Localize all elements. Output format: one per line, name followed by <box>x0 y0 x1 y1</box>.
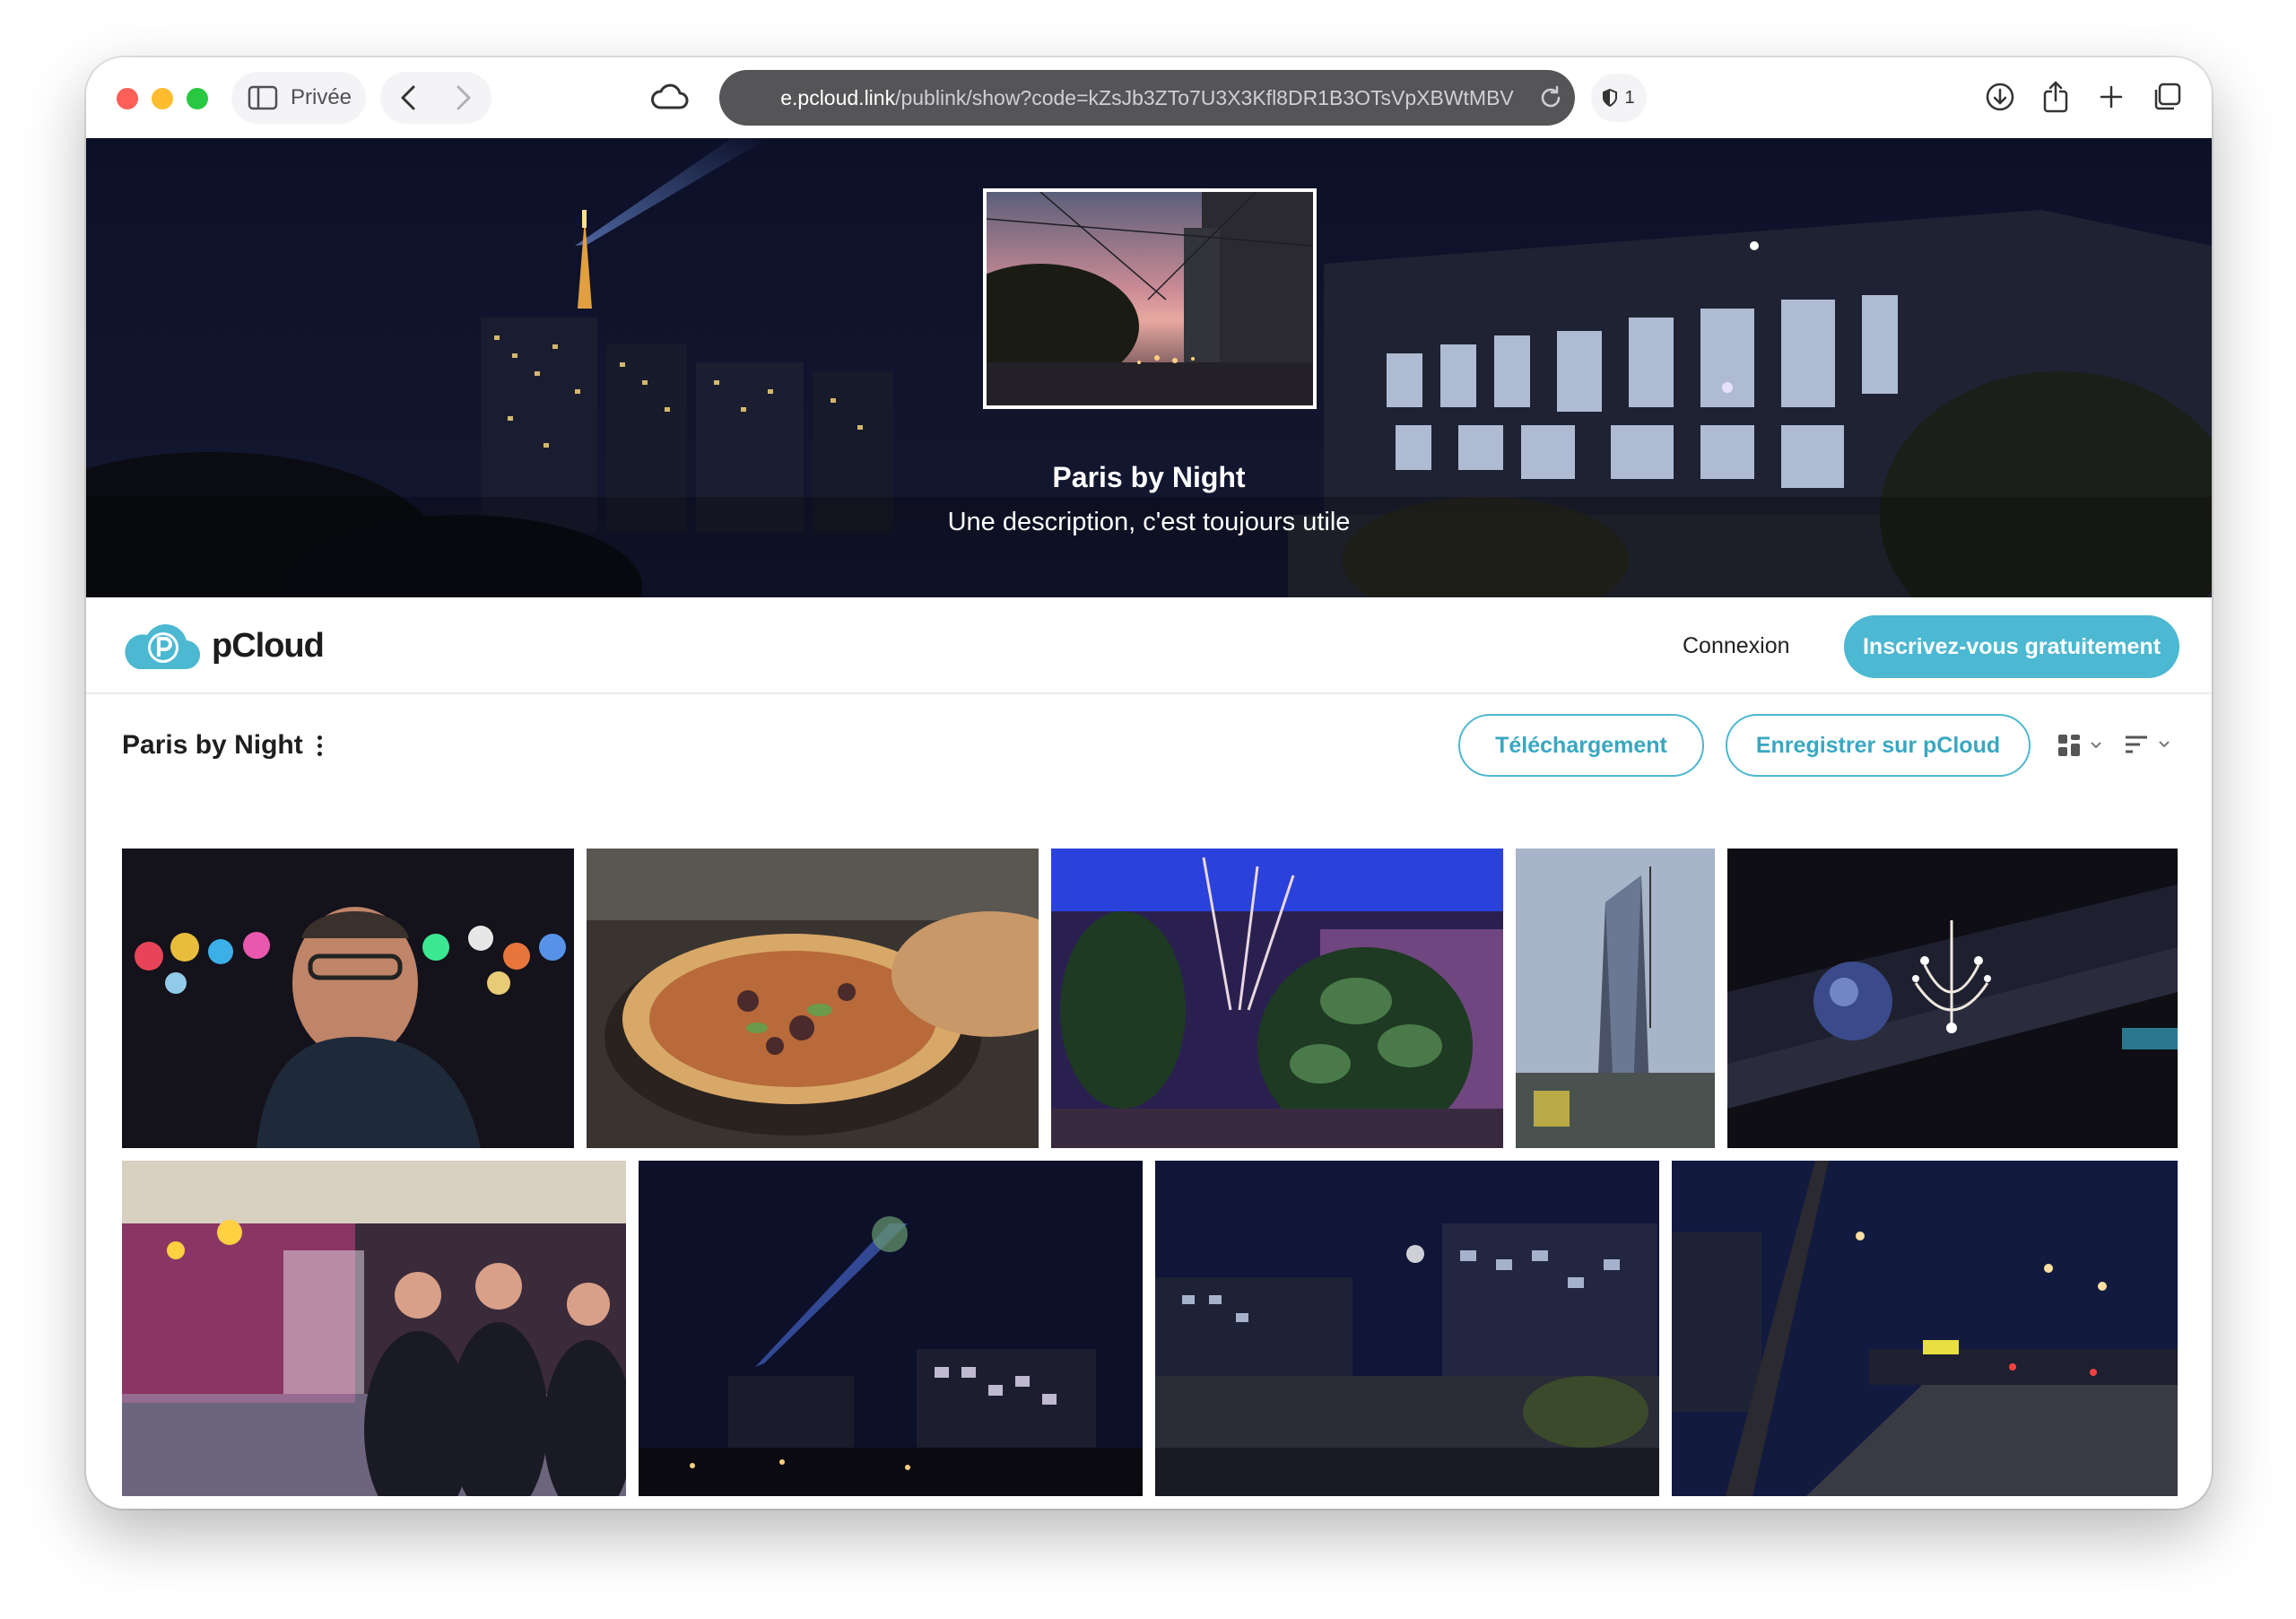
pcloud-logo[interactable]: pCloud <box>122 619 325 673</box>
logo-text: pCloud <box>212 626 325 665</box>
url-path: /publink/show?code=kZsJb3ZTo7U3X3Kfl8DR1… <box>895 85 1514 109</box>
browser-window: Privée e.pcloud.link/publink/show?code=k… <box>86 57 2212 1509</box>
address-bar[interactable]: e.pcloud.link/publink/show?code=kZsJb3ZT… <box>719 70 1575 126</box>
forward-button[interactable] <box>444 78 483 118</box>
share-icon <box>2043 81 2068 113</box>
new-tab-button[interactable] <box>2092 77 2131 117</box>
forward-icon <box>457 85 471 110</box>
new-tab-icon <box>2100 85 2123 109</box>
chevron-down-icon <box>2159 741 2170 748</box>
downloads-button[interactable] <box>1980 77 2020 117</box>
album-cover-image <box>983 188 1317 409</box>
tabs-icon <box>2154 83 2181 110</box>
photo-thumbnail[interactable] <box>639 1161 1143 1496</box>
cloud-icon <box>651 83 689 109</box>
album-hero-banner: Paris by Night Une description, c'est to… <box>86 138 2212 597</box>
url-host: e.pcloud.link <box>780 85 896 109</box>
chevron-down-icon <box>2091 742 2101 749</box>
photo-thumbnail[interactable] <box>1727 849 2178 1148</box>
photo-grid <box>122 791 2178 1509</box>
save-to-pcloud-button[interactable]: Enregistrer sur pCloud <box>1726 714 2031 777</box>
sort-icon <box>2126 736 2147 753</box>
photo-thumbnail[interactable] <box>1155 1161 1659 1496</box>
private-label: Privée <box>291 85 352 109</box>
navigation-buttons <box>380 72 491 124</box>
sidebar-toggle-button[interactable]: Privée <box>231 72 366 124</box>
folder-title-text: Paris by Night <box>122 730 303 760</box>
kebab-menu-icon[interactable] <box>317 735 322 756</box>
reload-button[interactable] <box>1537 84 1564 116</box>
photo-thumbnail[interactable] <box>587 849 1039 1148</box>
icloud-button[interactable] <box>649 77 691 118</box>
grid-view-icon <box>2058 735 2080 756</box>
folder-title: Paris by Night <box>122 730 322 761</box>
hero-title: Paris by Night <box>1052 461 1246 493</box>
download-icon <box>1986 83 2014 111</box>
folder-toolbar: Paris by Night Téléchargement Enregistre… <box>86 696 2212 793</box>
privacy-count: 1 <box>1624 87 1635 108</box>
photo-thumbnail[interactable] <box>1516 849 1715 1148</box>
zoom-window-button[interactable] <box>187 88 208 109</box>
toolbar-right-actions <box>1980 77 2187 117</box>
photo-thumbnail[interactable] <box>1672 1161 2178 1496</box>
back-button[interactable] <box>388 78 428 118</box>
sort-selector[interactable] <box>2124 734 2170 755</box>
pcloud-logo-icon <box>125 624 201 670</box>
photo-thumbnail[interactable] <box>122 849 574 1148</box>
download-button[interactable]: Téléchargement <box>1458 714 1704 777</box>
view-mode-selector[interactable] <box>2057 734 2102 757</box>
privacy-report-button[interactable]: 1 <box>1591 74 1647 122</box>
photo-thumbnail[interactable] <box>1051 849 1503 1148</box>
reload-icon <box>1541 85 1561 108</box>
login-link[interactable]: Connexion <box>1683 633 1790 659</box>
signup-button[interactable]: Inscrivez-vous gratuitement <box>1844 615 2179 678</box>
hero-description: Une description, c'est toujours utile <box>947 508 1351 536</box>
pcloud-header: pCloud Connexion Inscrivez-vous gratuite… <box>86 597 2212 694</box>
photo-thumbnail[interactable] <box>122 1161 626 1496</box>
tab-overview-button[interactable] <box>2147 77 2187 117</box>
sidebar-icon <box>248 85 278 110</box>
share-button[interactable] <box>2036 77 2075 117</box>
minimize-window-button[interactable] <box>152 88 173 109</box>
back-icon <box>401 85 415 110</box>
shield-icon <box>1603 89 1618 107</box>
close-window-button[interactable] <box>117 88 138 109</box>
browser-toolbar: Privée e.pcloud.link/publink/show?code=k… <box>86 57 2212 138</box>
